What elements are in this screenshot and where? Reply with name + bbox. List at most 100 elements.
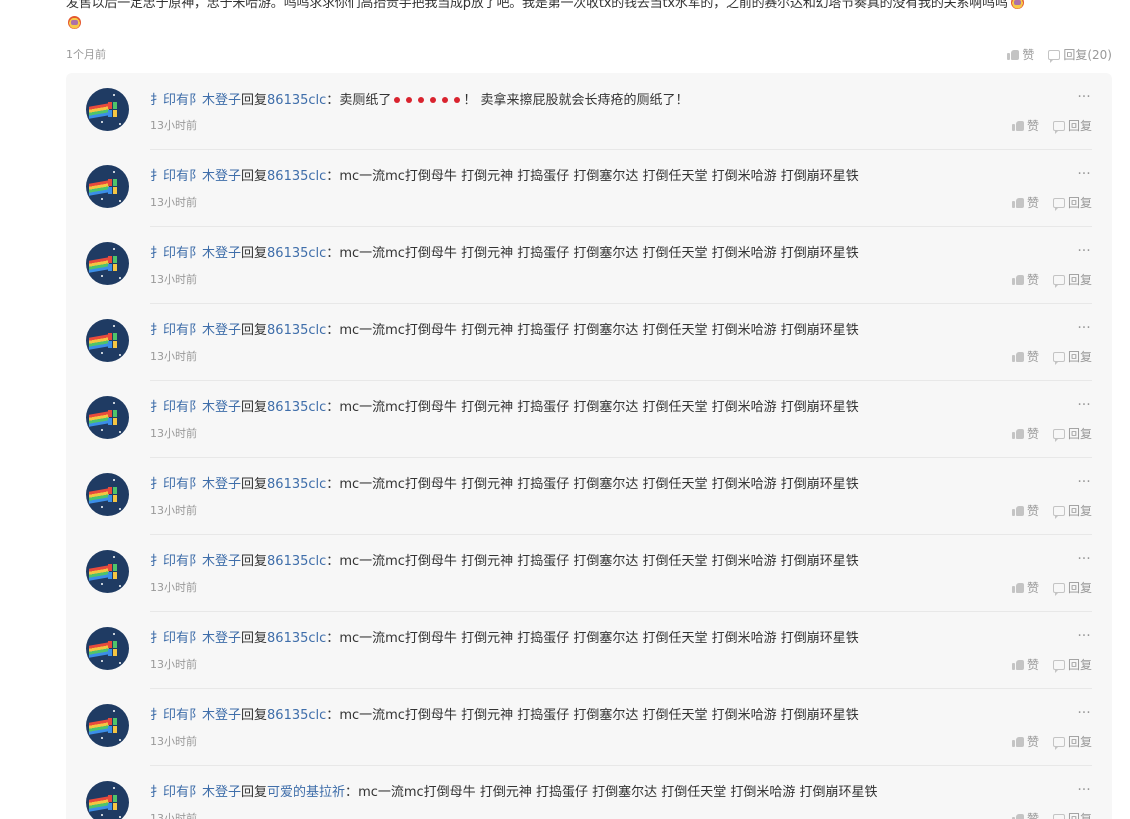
avatar[interactable] bbox=[86, 396, 129, 439]
reply-label: 回复 bbox=[1067, 504, 1092, 518]
censor-dot bbox=[394, 97, 401, 103]
top-comment-like-button[interactable]: 赞 bbox=[1007, 46, 1034, 63]
reply-username-link[interactable]: 扌印有阝木登子 bbox=[150, 93, 241, 108]
like-button[interactable]: 赞 bbox=[1011, 502, 1039, 519]
avatar[interactable] bbox=[86, 781, 129, 819]
reply-target-link[interactable]: 86135clc bbox=[267, 708, 326, 723]
like-button[interactable]: 赞 bbox=[1011, 348, 1039, 365]
reply-username-link[interactable]: 扌印有阝木登子 bbox=[150, 785, 241, 800]
more-dots-icon[interactable]: ··· bbox=[1076, 398, 1092, 412]
avatar[interactable] bbox=[86, 704, 129, 747]
reply-target-link[interactable]: 可爱的基拉祈 bbox=[267, 785, 345, 800]
reply-content-after: ！ 卖拿来擦屁股就会长痔疮的厕纸了！ bbox=[463, 93, 689, 108]
like-button[interactable]: 赞 bbox=[1011, 117, 1039, 134]
reply-line: 扌印有阝木登子回复86135clc：mc一流mc打倒母牛 打倒元神 打捣蛋仔 打… bbox=[150, 476, 859, 494]
avatar-rainbow bbox=[89, 334, 109, 350]
reply-username-link[interactable]: 扌印有阝木登子 bbox=[150, 477, 241, 492]
avatar[interactable] bbox=[86, 165, 129, 208]
reply-username-link[interactable]: 扌印有阝木登子 bbox=[150, 169, 241, 184]
reply-button[interactable]: 回复 bbox=[1052, 425, 1092, 442]
like-label: 赞 bbox=[1026, 581, 1039, 595]
reply-label: 回复 bbox=[1067, 812, 1092, 819]
reply-colon: ： bbox=[326, 169, 340, 184]
reply-username-link[interactable]: 扌印有阝木登子 bbox=[150, 323, 241, 338]
avatar[interactable] bbox=[86, 88, 129, 131]
comment-icon bbox=[1052, 351, 1065, 365]
comment-thread: 发售以后一定忠于原神，忠于米哈游。呜呜求求你们高抬贵手把我当成p放了吧。我是第一… bbox=[0, 0, 1130, 819]
more-dots-icon[interactable]: ··· bbox=[1076, 629, 1092, 643]
avatar-rainbow bbox=[89, 796, 109, 812]
more-dots-icon[interactable]: ··· bbox=[1076, 552, 1092, 566]
reply-actions: 赞 回复 bbox=[1011, 810, 1092, 819]
like-button[interactable]: 赞 bbox=[1011, 194, 1039, 211]
like-button[interactable]: 赞 bbox=[1011, 579, 1039, 596]
reply-item: 扌印有阝木登子回复86135clc：mc一流mc打倒母牛 打倒元神 打捣蛋仔 打… bbox=[66, 689, 1112, 766]
reply-item: 扌印有阝木登子回复可爱的基拉祈：mc一流mc打倒母牛 打倒元神 打捣蛋仔 打倒塞… bbox=[66, 766, 1112, 819]
like-button[interactable]: 赞 bbox=[1011, 810, 1039, 819]
reply-content: mc一流mc打倒母牛 打倒元神 打捣蛋仔 打倒塞尔达 打倒任天堂 打倒米哈游 打… bbox=[339, 400, 859, 415]
reply-item: 扌印有阝木登子回复86135clc：卖厕纸了！ 卖拿来擦屁股就会长痔疮的厕纸了！… bbox=[66, 73, 1112, 150]
reply-target-link[interactable]: 86135clc bbox=[267, 323, 326, 338]
reply-button[interactable]: 回复 bbox=[1052, 810, 1092, 819]
reply-target-link[interactable]: 86135clc bbox=[267, 631, 326, 646]
avatar-logo bbox=[108, 410, 117, 426]
reply-colon: ： bbox=[326, 631, 340, 646]
reply-item: 扌印有阝木登子回复86135clc：mc一流mc打倒母牛 打倒元神 打捣蛋仔 打… bbox=[66, 150, 1112, 227]
reply-target-link[interactable]: 86135clc bbox=[267, 169, 326, 184]
reply-button[interactable]: 回复 bbox=[1052, 579, 1092, 596]
like-button[interactable]: 赞 bbox=[1011, 425, 1039, 442]
more-dots-icon[interactable]: ··· bbox=[1076, 475, 1092, 489]
reply-button[interactable]: 回复 bbox=[1052, 502, 1092, 519]
reply-target-link[interactable]: 86135clc bbox=[267, 400, 326, 415]
reply-target-link[interactable]: 86135clc bbox=[267, 477, 326, 492]
more-dots-icon[interactable]: ··· bbox=[1076, 783, 1092, 797]
reply-button[interactable]: 回复 bbox=[1052, 348, 1092, 365]
avatar[interactable] bbox=[86, 550, 129, 593]
reply-time: 13小时前 bbox=[150, 273, 197, 286]
reply-button[interactable]: 回复 bbox=[1052, 117, 1092, 134]
reply-username-link[interactable]: 扌印有阝木登子 bbox=[150, 246, 241, 261]
reply-username-link[interactable]: 扌印有阝木登子 bbox=[150, 400, 241, 415]
reply-content: mc一流mc打倒母牛 打倒元神 打捣蛋仔 打倒塞尔达 打倒任天堂 打倒米哈游 打… bbox=[339, 477, 859, 492]
censor-dot bbox=[406, 97, 413, 103]
reply-button[interactable]: 回复 bbox=[1052, 194, 1092, 211]
reply-time: 13小时前 bbox=[150, 196, 197, 209]
reply-button[interactable]: 回复 bbox=[1052, 733, 1092, 750]
avatar[interactable] bbox=[86, 319, 129, 362]
like-button[interactable]: 赞 bbox=[1011, 733, 1039, 750]
more-dots-icon[interactable]: ··· bbox=[1076, 90, 1092, 104]
like-button[interactable]: 赞 bbox=[1011, 656, 1039, 673]
reply-word: 回复 bbox=[241, 169, 268, 184]
like-button[interactable]: 赞 bbox=[1011, 271, 1039, 288]
reply-actions: 赞 回复 bbox=[1011, 733, 1092, 750]
avatar[interactable] bbox=[86, 627, 129, 670]
more-dots-icon[interactable]: ··· bbox=[1076, 167, 1092, 181]
reply-username-link[interactable]: 扌印有阝木登子 bbox=[150, 708, 241, 723]
reply-line: 扌印有阝木登子回复86135clc：mc一流mc打倒母牛 打倒元神 打捣蛋仔 打… bbox=[150, 707, 859, 725]
reply-target-link[interactable]: 86135clc bbox=[267, 246, 326, 261]
reply-word: 回复 bbox=[241, 708, 268, 723]
reply-button[interactable]: 回复 bbox=[1052, 656, 1092, 673]
reply-colon: ： bbox=[326, 554, 340, 569]
reply-username-link[interactable]: 扌印有阝木登子 bbox=[150, 554, 241, 569]
avatar-logo bbox=[108, 333, 117, 349]
censor-dot bbox=[418, 97, 425, 103]
more-dots-icon[interactable]: ··· bbox=[1076, 321, 1092, 335]
top-comment-reply-button[interactable]: 回复(20) bbox=[1048, 46, 1112, 63]
more-dots-icon[interactable]: ··· bbox=[1076, 244, 1092, 258]
reply-target-link[interactable]: 86135clc bbox=[267, 554, 326, 569]
avatar[interactable] bbox=[86, 242, 129, 285]
thumb-up-icon bbox=[1011, 813, 1024, 819]
reply-username-link[interactable]: 扌印有阝木登子 bbox=[150, 631, 241, 646]
reply-item: 扌印有阝木登子回复86135clc：mc一流mc打倒母牛 打倒元神 打捣蛋仔 打… bbox=[66, 227, 1112, 304]
reply-item: 扌印有阝木登子回复86135clc：mc一流mc打倒母牛 打倒元神 打捣蛋仔 打… bbox=[66, 458, 1112, 535]
avatar[interactable] bbox=[86, 473, 129, 516]
more-dots-icon[interactable]: ··· bbox=[1076, 706, 1092, 720]
reply-item: 扌印有阝木登子回复86135clc：mc一流mc打倒母牛 打倒元神 打捣蛋仔 打… bbox=[66, 535, 1112, 612]
reply-actions: 赞 回复 bbox=[1011, 271, 1092, 288]
avatar-rainbow bbox=[89, 719, 109, 735]
reply-target-link[interactable]: 86135clc bbox=[267, 93, 326, 108]
reply-colon: ： bbox=[326, 93, 340, 108]
reply-button[interactable]: 回复 bbox=[1052, 271, 1092, 288]
like-label: 赞 bbox=[1026, 427, 1039, 441]
